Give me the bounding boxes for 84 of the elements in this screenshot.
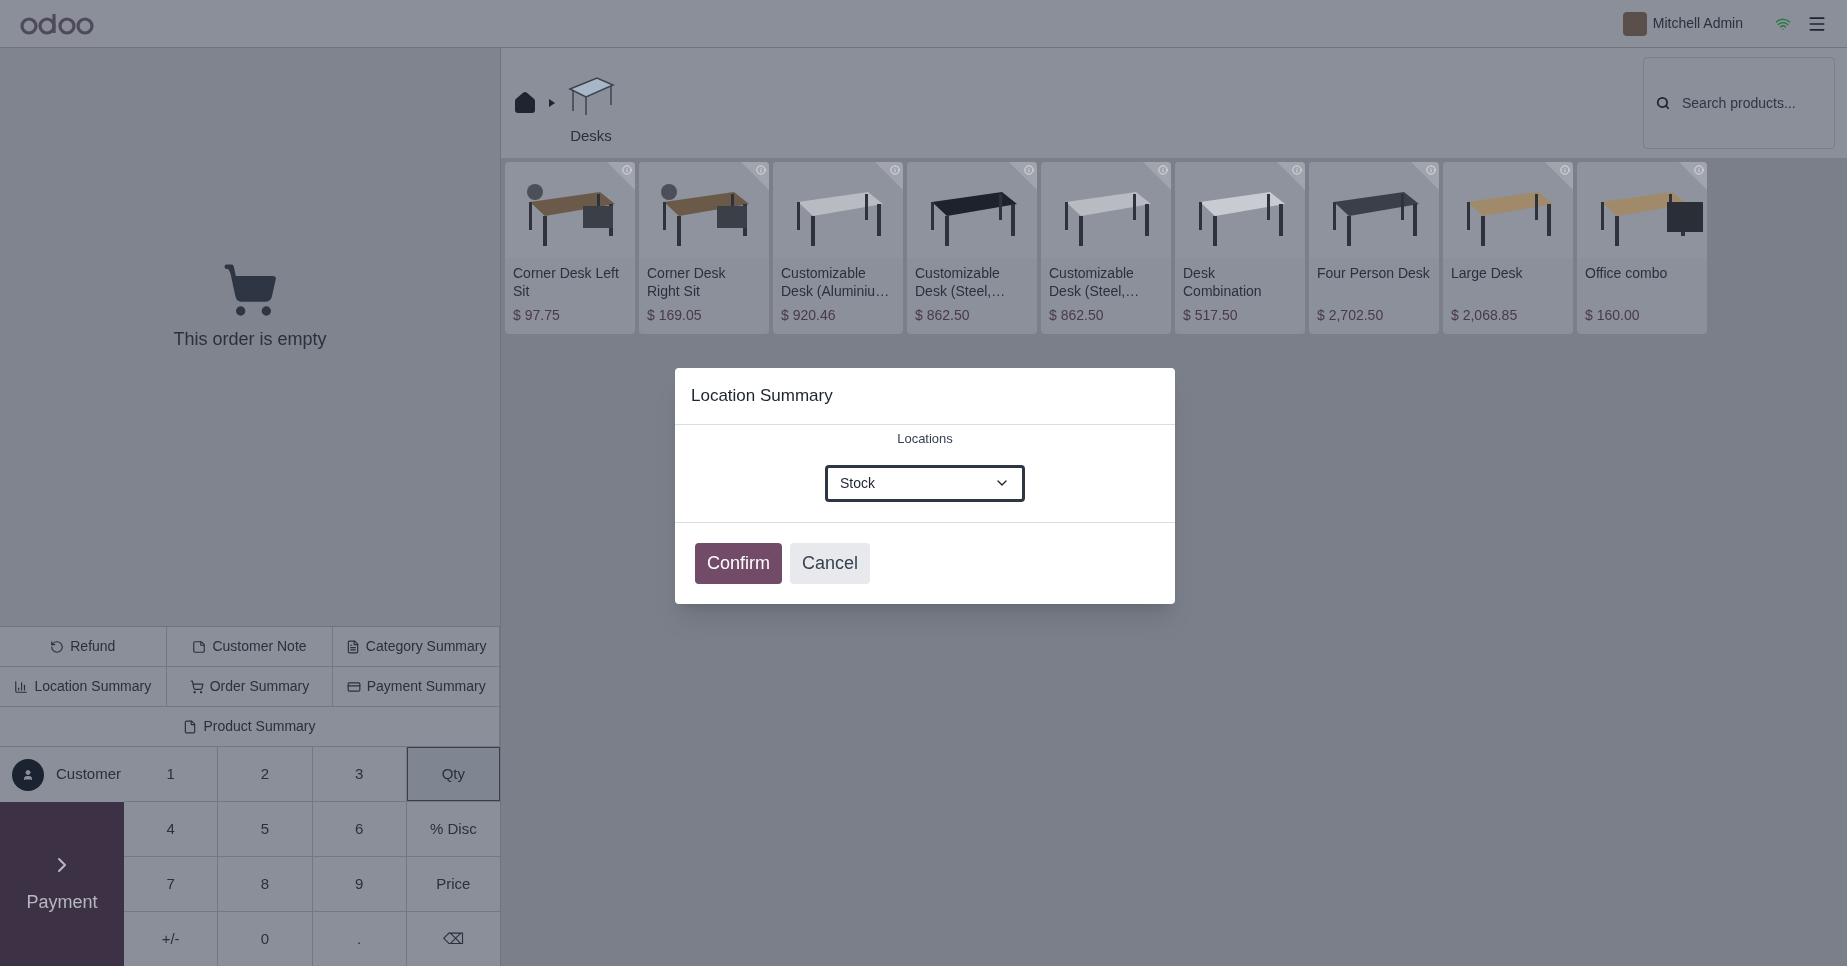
numpad-key[interactable]: 6 (312, 802, 406, 856)
product-price: $ 2,702.50 (1317, 306, 1385, 325)
bar-chart-icon (14, 679, 29, 694)
avatar (1622, 11, 1647, 36)
logo-icon (20, 11, 96, 36)
product-price: $ 862.50 (1049, 306, 1105, 325)
info-icon (1694, 165, 1704, 175)
field-label: Locations (897, 430, 953, 448)
cart-icon (222, 261, 278, 318)
product-name: Customizable Desk (Steel,… (1049, 264, 1141, 300)
action-button[interactable]: Customer Note (166, 627, 334, 667)
product-card[interactable]: Desk Combination $ 517.50 (1175, 162, 1305, 334)
product-card[interactable]: Customizable Desk (Steel,… $ 862.50 (1041, 162, 1171, 334)
numpad-key[interactable]: Price (406, 857, 500, 911)
numpad-key[interactable]: ⌫ (406, 912, 500, 966)
numpad-key[interactable]: 4 (124, 802, 218, 856)
info-icon (1292, 165, 1302, 175)
product-name: Desk Combination (1183, 264, 1263, 300)
payment-button[interactable]: Payment (0, 802, 124, 966)
action-button[interactable]: Refund (0, 627, 167, 667)
action-button[interactable]: Location Summary (0, 667, 167, 707)
info-icon (890, 165, 900, 175)
action-button[interactable]: Order Summary (166, 667, 334, 707)
customer-button[interactable]: Customer (0, 747, 124, 802)
product-price: $ 920.46 (781, 306, 837, 325)
product-price: $ 160.00 (1585, 306, 1641, 325)
numpad-key[interactable]: Qty (406, 747, 500, 801)
note-icon (192, 639, 207, 654)
undo-icon (50, 639, 65, 654)
product-card[interactable]: Office combo $ 160.00 (1577, 162, 1707, 334)
action-button[interactable]: Payment Summary (333, 667, 500, 707)
product-card[interactable]: Corner Desk Right Sit $ 169.05 (639, 162, 769, 334)
info-icon (756, 165, 766, 175)
product-price: $ 97.75 (513, 306, 561, 325)
document-icon (345, 639, 360, 654)
product-name: Office combo (1585, 264, 1669, 282)
info-icon (1426, 165, 1436, 175)
product-card[interactable]: Customizable Desk (Steel,… $ 862.50 (907, 162, 1037, 334)
home-icon[interactable] (513, 91, 537, 115)
credit-card-icon (346, 679, 361, 694)
dialog-title: Location Summary (691, 385, 833, 408)
search-field[interactable]: Search products... (1682, 92, 1822, 114)
numpad-key[interactable]: 5 (218, 802, 312, 856)
product-price: $ 862.50 (915, 306, 971, 325)
product-name: Corner Desk Right Sit (647, 264, 727, 300)
search-icon (1656, 96, 1670, 110)
numpad-key[interactable]: +/- (124, 912, 218, 966)
product-name: Corner Desk Left Sit (513, 264, 620, 300)
product-name: Four Person Desk (1317, 264, 1431, 282)
product-card[interactable]: Corner Desk Left Sit $ 97.75 (505, 162, 635, 334)
numpad-key[interactable]: 9 (312, 857, 406, 911)
info-icon (622, 165, 632, 175)
customer-avatar-icon (12, 758, 44, 791)
document-icon (183, 719, 198, 734)
numpad-key[interactable]: 2 (218, 747, 312, 801)
numpad-key[interactable]: 0 (218, 912, 312, 966)
caret-icon (549, 99, 555, 107)
product-price: $ 2,068.85 (1451, 306, 1519, 325)
user-menu[interactable]: Mitchell Admin (1622, 11, 1743, 36)
product-card[interactable]: Four Person Desk $ 2,702.50 (1309, 162, 1439, 334)
confirm-button[interactable]: Confirm (695, 542, 782, 584)
numpad-key[interactable]: 3 (312, 747, 406, 801)
product-name: Customizable Desk (Aluminiu… (781, 264, 891, 300)
numpad-key[interactable]: 8 (218, 857, 312, 911)
product-price: $ 169.05 (647, 306, 703, 325)
info-icon (1158, 165, 1168, 175)
numpad-key[interactable]: 1 (124, 747, 218, 801)
product-name: Large Desk (1451, 264, 1524, 282)
action-button[interactable]: Category Summary (333, 627, 500, 667)
product-card[interactable]: Customizable Desk (Aluminiu… $ 920.46 (773, 162, 903, 334)
product-price: $ 517.50 (1183, 306, 1239, 325)
info-icon (1560, 165, 1570, 175)
numpad-key[interactable]: 7 (124, 857, 218, 911)
category-button[interactable]: Desks (567, 58, 615, 148)
desk-icon (567, 74, 615, 117)
product-name: Customizable Desk (Steel,… (915, 264, 1007, 300)
cancel-button[interactable]: Cancel (790, 542, 871, 584)
cart-icon (189, 679, 204, 694)
numpad-key[interactable]: . (312, 912, 406, 966)
product-card[interactable]: Large Desk $ 2,068.85 (1443, 162, 1573, 334)
location-select[interactable]: Stock (825, 464, 1025, 502)
info-icon (1024, 165, 1034, 175)
numpad-key[interactable]: % Disc (406, 802, 500, 856)
empty-order-text: This order is empty (173, 327, 327, 351)
